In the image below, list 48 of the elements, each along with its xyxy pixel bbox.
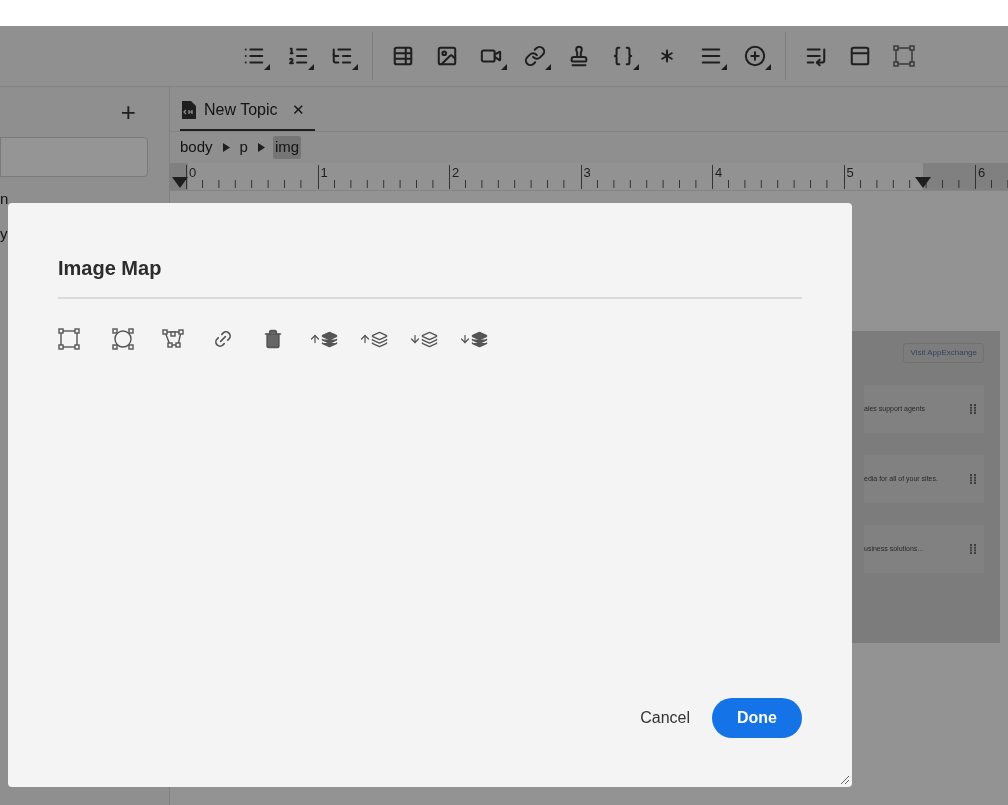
drag-handle-icon — [970, 404, 976, 414]
ruler-number: 2 — [452, 164, 460, 182]
arrow-down-icon — [408, 333, 421, 345]
trash-icon — [263, 329, 283, 349]
ruler-number: 3 — [583, 164, 591, 182]
ruler-number: 6 — [978, 164, 986, 182]
polygon-icon — [162, 328, 184, 350]
layers-icon — [370, 330, 388, 348]
link-icon — [524, 45, 546, 67]
circle-icon — [112, 328, 134, 350]
done-button[interactable]: Done — [712, 698, 802, 738]
layers-icon — [320, 330, 338, 348]
add-button[interactable]: + — [120, 99, 136, 125]
ruler-number: 1 — [320, 164, 328, 182]
search-field[interactable] — [0, 137, 148, 177]
ruler-number: 4 — [715, 164, 723, 182]
braces-icon — [612, 45, 634, 67]
ruler-number: 5 — [846, 164, 854, 182]
ruler-number: 0 — [189, 164, 197, 182]
rectangle-icon — [58, 328, 80, 350]
dialog-title: Image Map — [58, 256, 163, 281]
resize-grip-icon — [840, 775, 850, 785]
drag-handle-icon — [970, 474, 976, 484]
tab-label: New Topic — [204, 100, 278, 120]
numbered-list-icon — [287, 45, 309, 67]
drag-handle-icon — [970, 544, 976, 554]
frame-icon — [893, 45, 915, 67]
breadcrumb-item[interactable]: p — [237, 136, 250, 159]
panel-icon — [849, 45, 871, 67]
indent-marker-icon — [915, 177, 931, 188]
breadcrumb-item[interactable]: body — [178, 136, 215, 159]
breadcrumb-arrow-icon — [257, 143, 265, 152]
plus-circle-icon — [744, 45, 766, 67]
topic-tab[interactable]: New Topic ✕ — [180, 91, 315, 131]
image-icon — [436, 45, 458, 67]
close-button[interactable]: ✕ — [291, 98, 305, 122]
table-add-icon — [392, 45, 414, 67]
layers-icon — [470, 330, 488, 348]
arrow-down-icon — [458, 333, 471, 345]
breadcrumb-arrow-icon — [222, 143, 230, 152]
breadcrumb-item[interactable]: img — [272, 136, 302, 159]
stamp-icon — [568, 45, 590, 67]
cancel-button[interactable]: Cancel — [636, 706, 694, 730]
file-icon — [182, 101, 196, 119]
arrow-up-icon — [358, 333, 371, 345]
arrow-up-icon — [308, 333, 321, 345]
layers-icon — [420, 330, 438, 348]
indent-marker-icon — [172, 177, 188, 188]
